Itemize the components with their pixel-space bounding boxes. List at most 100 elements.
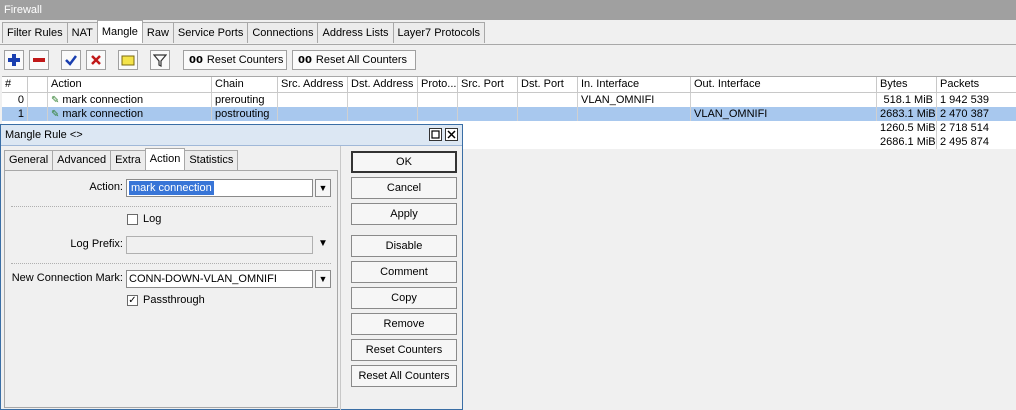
tab-statistics[interactable]: Statistics — [184, 150, 239, 170]
row-bytes: 2686.1 MiB — [877, 135, 937, 149]
mangle-rule-dialog: Mangle Rule <> General Advanced Extra Ac… — [0, 124, 463, 410]
row-flags — [28, 107, 48, 121]
tab-service-ports[interactable]: Service Ports — [172, 22, 249, 43]
tab-extra[interactable]: Extra — [110, 150, 146, 170]
counter-icon: 00 — [189, 55, 203, 66]
dialog-tabs: General Advanced Extra Action Statistics — [4, 148, 239, 172]
action-label: Action: — [89, 181, 123, 193]
chevron-down-icon: ▼ — [318, 274, 328, 284]
log-prefix-input[interactable] — [126, 236, 313, 254]
col-protocol[interactable]: Proto... — [418, 77, 458, 92]
col-action[interactable]: Action — [48, 77, 212, 92]
remove-rule-button[interactable]: Remove — [351, 313, 457, 335]
row-out-interface — [691, 93, 877, 107]
pencil-icon: ✎ — [51, 95, 60, 106]
action-panel: Action: mark connection ▼ Log Log Prefix… — [4, 170, 338, 408]
row-action-text: mark connection — [62, 94, 144, 106]
reset-counters-label: Reset Counters — [206, 54, 284, 66]
close-icon — [447, 130, 456, 139]
col-in-interface[interactable]: In. Interface — [578, 77, 691, 92]
col-number[interactable]: # — [2, 77, 28, 92]
col-bytes[interactable]: Bytes — [877, 77, 937, 92]
tab-nat[interactable]: NAT — [66, 22, 98, 43]
tab-general[interactable]: General — [4, 150, 54, 170]
new-connection-mark-dropdown-button[interactable]: ▼ — [315, 270, 331, 288]
row-dst-port — [518, 107, 578, 121]
maximize-icon — [431, 130, 440, 139]
col-src-port[interactable]: Src. Port — [458, 77, 518, 92]
row-dst-port — [518, 93, 578, 107]
log-prefix-dropdown-button[interactable]: ▼ — [315, 236, 331, 254]
log-prefix-label: Log Prefix: — [70, 238, 123, 250]
col-src-address[interactable]: Src. Address — [278, 77, 348, 92]
disable-button[interactable] — [86, 50, 106, 70]
reset-counters-button[interactable]: 00 Reset Counters — [183, 50, 287, 70]
row-out-interface: VLAN_OMNIFI — [691, 107, 877, 121]
col-out-interface[interactable]: Out. Interface — [691, 77, 877, 92]
action-dropdown-button[interactable]: ▼ — [315, 179, 331, 197]
row-chain: prerouting — [212, 93, 278, 107]
row-dst-address — [348, 93, 418, 107]
cross-icon — [91, 55, 101, 65]
toolbar: 00 Reset Counters 00 Reset All Counters — [0, 44, 1016, 75]
col-dst-address[interactable]: Dst. Address — [348, 77, 418, 92]
window-title: Firewall — [0, 0, 1016, 20]
row-bytes: 1260.5 MiB — [877, 121, 937, 135]
add-button[interactable] — [4, 50, 24, 70]
comment-button[interactable] — [118, 50, 138, 70]
table-header: # Action Chain Src. Address Dst. Address… — [2, 76, 1016, 93]
reset-all-counters-label: Reset All Counters — [315, 54, 408, 66]
log-label: Log — [143, 213, 162, 225]
col-dst-port[interactable]: Dst. Port — [518, 77, 578, 92]
col-flags[interactable] — [28, 77, 48, 92]
enable-button[interactable] — [61, 50, 81, 70]
disable-rule-button[interactable]: Disable — [351, 235, 457, 257]
tab-action[interactable]: Action — [144, 148, 186, 170]
remove-button[interactable] — [29, 50, 49, 70]
row-src-port — [458, 93, 518, 107]
counter-icon: 00 — [298, 55, 312, 66]
dialog-reset-all-counters-button[interactable]: Reset All Counters — [351, 365, 457, 387]
check-icon — [65, 55, 77, 66]
chevron-down-icon: ▼ — [318, 183, 328, 193]
cancel-button[interactable]: Cancel — [351, 177, 457, 199]
row-protocol — [418, 107, 458, 121]
tab-layer7-protocols[interactable]: Layer7 Protocols — [392, 22, 486, 43]
pencil-icon: ✎ — [51, 109, 60, 120]
row-number: 1 — [2, 107, 28, 121]
tab-mangle[interactable]: Mangle — [96, 20, 143, 43]
col-packets[interactable]: Packets — [937, 77, 1016, 92]
reset-all-counters-button[interactable]: 00 Reset All Counters — [292, 50, 416, 70]
comment-rule-button[interactable]: Comment — [351, 261, 457, 283]
tab-address-lists[interactable]: Address Lists — [317, 22, 394, 43]
row-in-interface — [578, 107, 691, 121]
row-packets: 1 942 539 — [940, 94, 989, 106]
tab-connections[interactable]: Connections — [247, 22, 319, 43]
row-action: ✎ mark connection — [48, 93, 212, 107]
action-select[interactable]: mark connection — [126, 179, 313, 197]
ok-button[interactable]: OK — [351, 151, 457, 173]
table-row[interactable]: 0 ✎ mark connection prerouting VLAN_OMNIF… — [2, 93, 1016, 107]
new-connection-mark-input[interactable]: CONN-DOWN-VLAN_OMNIFI — [126, 270, 313, 288]
passthrough-label: Passthrough — [143, 294, 205, 306]
dialog-reset-counters-button[interactable]: Reset Counters — [351, 339, 457, 361]
tab-filter-rules[interactable]: Filter Rules — [2, 22, 68, 43]
minus-icon — [33, 58, 45, 62]
close-button[interactable] — [445, 128, 458, 141]
row-bytes: 518.1 MiB — [877, 93, 937, 107]
passthrough-checkbox[interactable]: ✓ — [127, 295, 138, 306]
row-protocol — [418, 93, 458, 107]
col-chain[interactable]: Chain — [212, 77, 278, 92]
tab-advanced[interactable]: Advanced — [52, 150, 112, 170]
log-checkbox[interactable] — [127, 214, 138, 225]
plus-icon — [8, 54, 20, 66]
new-connection-mark-label: New Connection Mark: — [11, 272, 123, 284]
apply-button[interactable]: Apply — [351, 203, 457, 225]
dialog-titlebar[interactable]: Mangle Rule <> — [1, 125, 462, 146]
maximize-button[interactable] — [429, 128, 442, 141]
copy-button[interactable]: Copy — [351, 287, 457, 309]
row-dst-address — [348, 107, 418, 121]
tab-raw[interactable]: Raw — [141, 22, 174, 43]
table-row-selected[interactable]: 1 ✎ mark connection postrouting VLAN_OMNI… — [2, 107, 1016, 121]
filter-button[interactable] — [150, 50, 170, 70]
